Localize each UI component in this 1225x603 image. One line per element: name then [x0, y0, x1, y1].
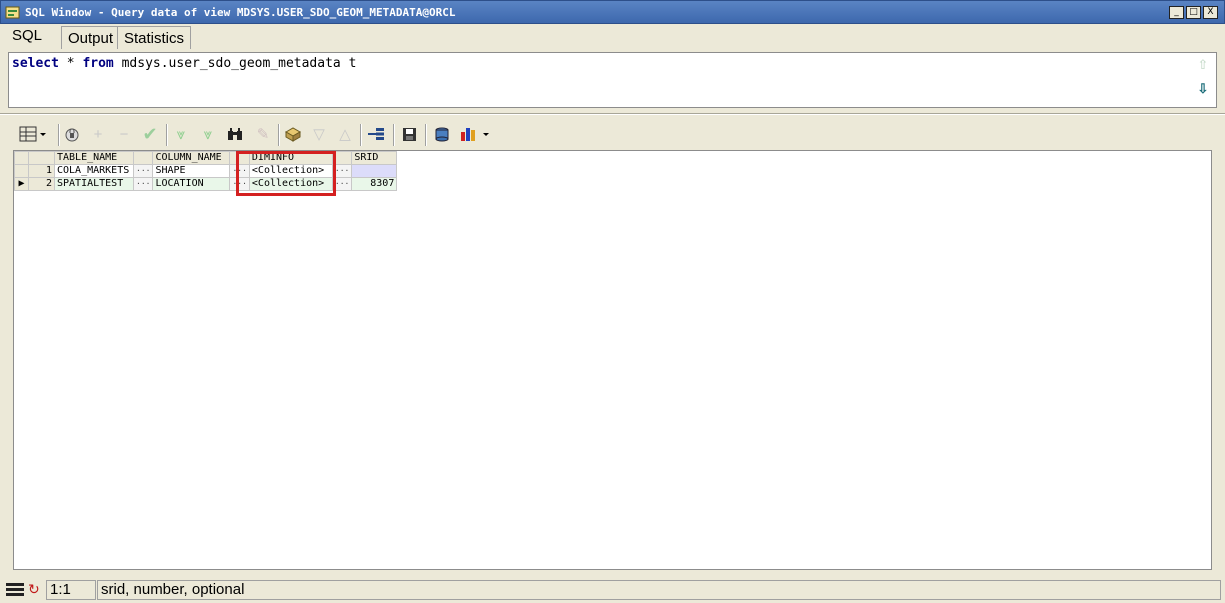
grid-toolbar: + − ✔ ⩔ ⩔ ✎ ▽ △ — [14, 121, 614, 149]
keyword-select: select — [12, 56, 59, 71]
current-row-arrow-icon[interactable]: ▶ — [14, 177, 29, 191]
tab-bar: SQL Output Statistics — [0, 24, 1225, 50]
tab-statistics[interactable]: Statistics — [117, 26, 192, 49]
result-grid[interactable]: TABLE_NAME COLUMN_NAME DIMINFO SRID 1 CO… — [13, 150, 1212, 570]
row-number: 2 — [28, 177, 55, 191]
column-header-srid[interactable]: SRID — [351, 151, 398, 165]
status-bar: ↻ 1:1 srid, number, optional — [0, 578, 1225, 602]
column-header-table-name[interactable]: TABLE_NAME — [54, 151, 134, 165]
cell-column-name[interactable]: SHAPE — [152, 164, 231, 178]
cell-table-name[interactable]: COLA_MARKETS — [54, 164, 134, 178]
sql-editor[interactable]: select * from mdsys.user_sdo_geom_metada… — [8, 52, 1217, 108]
highlight-box — [236, 151, 336, 196]
column-header-column-name[interactable]: COLUMN_NAME — [152, 151, 231, 165]
save-icon[interactable] — [398, 123, 420, 145]
arrow-down-icon[interactable]: ⇩ — [1196, 82, 1210, 96]
table-header-row: TABLE_NAME COLUMN_NAME DIMINFO SRID — [14, 151, 398, 165]
cell-column-name[interactable]: LOCATION — [152, 177, 231, 191]
tab-sql[interactable]: SQL — [6, 24, 49, 50]
row-indicator[interactable] — [14, 164, 29, 178]
sql-text[interactable]: select * from mdsys.user_sdo_geom_metada… — [12, 56, 356, 71]
check-icon[interactable]: ✔ — [139, 123, 161, 145]
grid-layout-icon[interactable] — [16, 123, 50, 145]
arrow-up-icon[interactable]: ⇧ — [1196, 58, 1210, 72]
row-number: 1 — [28, 164, 55, 178]
binoculars-icon[interactable] — [224, 123, 246, 145]
export-icon[interactable] — [431, 123, 453, 145]
table-row[interactable]: 1 COLA_MARKETS ··· SHAPE ··· <Collection… — [14, 164, 398, 178]
minimize-button[interactable]: _ — [1169, 6, 1184, 19]
table-row[interactable]: ▶ 2 SPATIALTEST ··· LOCATION ··· <Collec… — [14, 177, 398, 191]
minus-icon[interactable]: − — [113, 123, 135, 145]
ellipsis-button[interactable]: ··· — [132, 177, 154, 191]
restore-button[interactable]: □ — [1186, 6, 1201, 19]
window-title: SQL Window - Query data of view MDSYS.US… — [25, 6, 456, 19]
clear-icon[interactable]: ✎ — [252, 123, 274, 145]
triangle-down-icon[interactable]: ▽ — [308, 123, 330, 145]
cell-srid[interactable] — [351, 164, 398, 178]
fetch-next-icon[interactable]: ⩔ — [170, 123, 192, 145]
close-button[interactable]: X — [1203, 6, 1218, 19]
cell-srid[interactable]: 8307 — [351, 177, 398, 191]
cursor-position: 1:1 — [46, 580, 96, 600]
link-icon[interactable] — [365, 123, 387, 145]
triangle-up-icon[interactable]: △ — [334, 123, 356, 145]
title-bar: SQL Window - Query data of view MDSYS.US… — [0, 0, 1225, 24]
column-hint: srid, number, optional — [97, 580, 1221, 600]
cell-table-name[interactable]: SPATIALTEST — [54, 177, 134, 191]
from-target: mdsys.user_sdo_geom_metadata t — [113, 56, 357, 71]
sql-window-icon — [5, 6, 20, 19]
fetch-all-icon[interactable]: ⩔ — [197, 123, 219, 145]
query-by-example-icon[interactable] — [282, 123, 304, 145]
menu-lines-icon[interactable] — [4, 580, 28, 600]
select-star: * — [58, 56, 83, 71]
splitter[interactable] — [0, 113, 1225, 115]
result-table: TABLE_NAME COLUMN_NAME DIMINFO SRID 1 CO… — [14, 151, 398, 191]
tab-output[interactable]: Output — [61, 26, 121, 49]
chart-icon[interactable] — [457, 123, 495, 145]
plus-icon[interactable]: + — [87, 123, 109, 145]
refresh-icon[interactable]: ↻ — [28, 580, 46, 600]
keyword-from: from — [82, 56, 114, 71]
lock-icon[interactable] — [61, 123, 83, 145]
ellipsis-button[interactable]: ··· — [132, 164, 154, 178]
